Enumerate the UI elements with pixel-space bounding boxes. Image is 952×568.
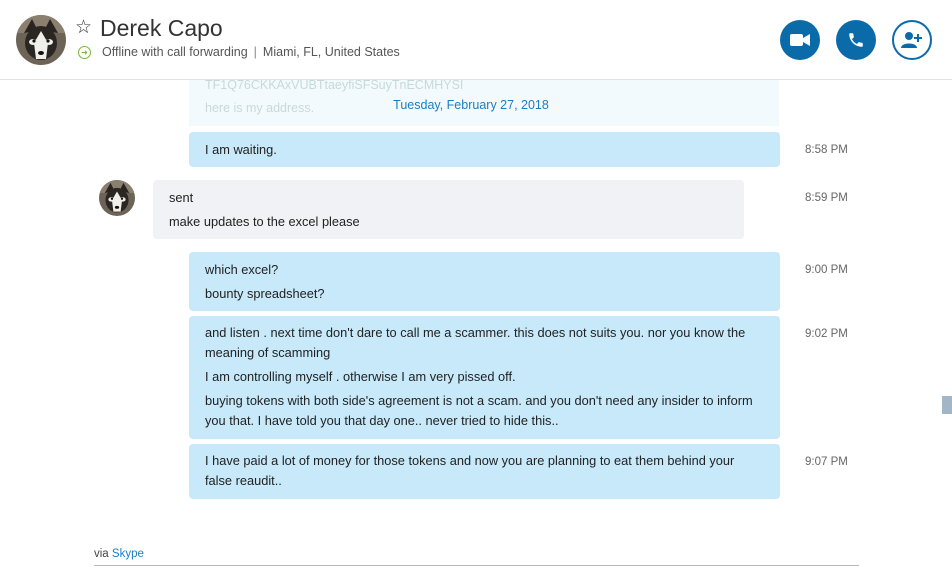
message-bubble-incoming[interactable]: sent make updates to the excel please	[153, 180, 744, 239]
audio-call-button[interactable]	[836, 20, 876, 60]
skype-link[interactable]: Skype	[112, 548, 144, 560]
message-text: bounty spreadsheet?	[205, 286, 325, 301]
message-text: sent	[169, 190, 194, 205]
status-separator: |	[253, 45, 257, 59]
favorite-star-icon[interactable]: ☆	[75, 18, 92, 38]
message-text: I have paid a lot of money for those tok…	[205, 453, 735, 488]
message-bubble-outgoing[interactable]: which excel? bounty spreadsheet?	[189, 252, 780, 311]
sender-avatar[interactable]	[99, 180, 135, 216]
call-forwarding-icon: ➜	[78, 45, 91, 59]
previous-message-line: TF1Q76CKKAxVUBTtaeyfiSFSuyTnECMHYSI	[205, 80, 464, 92]
via-text: via	[94, 548, 109, 560]
message-text: I am controlling myself . otherwise I am…	[205, 369, 516, 384]
message-bubble-outgoing[interactable]: I have paid a lot of money for those tok…	[189, 444, 780, 499]
add-participant-button[interactable]	[892, 20, 932, 60]
message-timestamp: 9:07 PM	[805, 456, 848, 468]
footer-divider	[94, 565, 859, 566]
date-separator: Tuesday, February 27, 2018	[0, 98, 952, 112]
contact-avatar[interactable]	[16, 15, 66, 65]
message-timestamp: 8:58 PM	[805, 144, 848, 156]
add-person-icon	[901, 32, 922, 48]
message-text: make updates to the excel please	[169, 214, 360, 229]
via-skype-label: via Skype	[94, 548, 144, 560]
contact-status-row: ➜ Offline with call forwarding | Miami, …	[78, 45, 400, 59]
message-timestamp: 8:59 PM	[805, 192, 848, 204]
date-separator-text: Tuesday, February 27, 2018	[393, 98, 549, 112]
message-text: which excel?	[205, 262, 279, 277]
video-camera-icon	[790, 34, 810, 46]
contact-name: Derek Capo	[100, 15, 223, 41]
contact-location: Miami, FL, United States	[262, 45, 400, 59]
message-timestamp: 9:02 PM	[805, 328, 848, 340]
message-timestamp: 9:00 PM	[805, 264, 848, 276]
video-call-button[interactable]	[780, 20, 820, 60]
phone-icon	[849, 33, 863, 47]
message-text: buying tokens with both side's agreement…	[205, 393, 753, 428]
conversation-header: ☆ Derek Capo ➜ Offline with call forward…	[0, 0, 952, 80]
message-text: and listen . next time don't dare to cal…	[205, 325, 746, 360]
message-bubble-outgoing[interactable]: I am waiting.	[189, 132, 780, 167]
scrollbar-thumb[interactable]	[942, 396, 952, 414]
status-text: Offline with call forwarding	[102, 45, 248, 59]
message-text: I am waiting.	[205, 142, 277, 157]
message-bubble-outgoing[interactable]: and listen . next time don't dare to cal…	[189, 316, 780, 439]
